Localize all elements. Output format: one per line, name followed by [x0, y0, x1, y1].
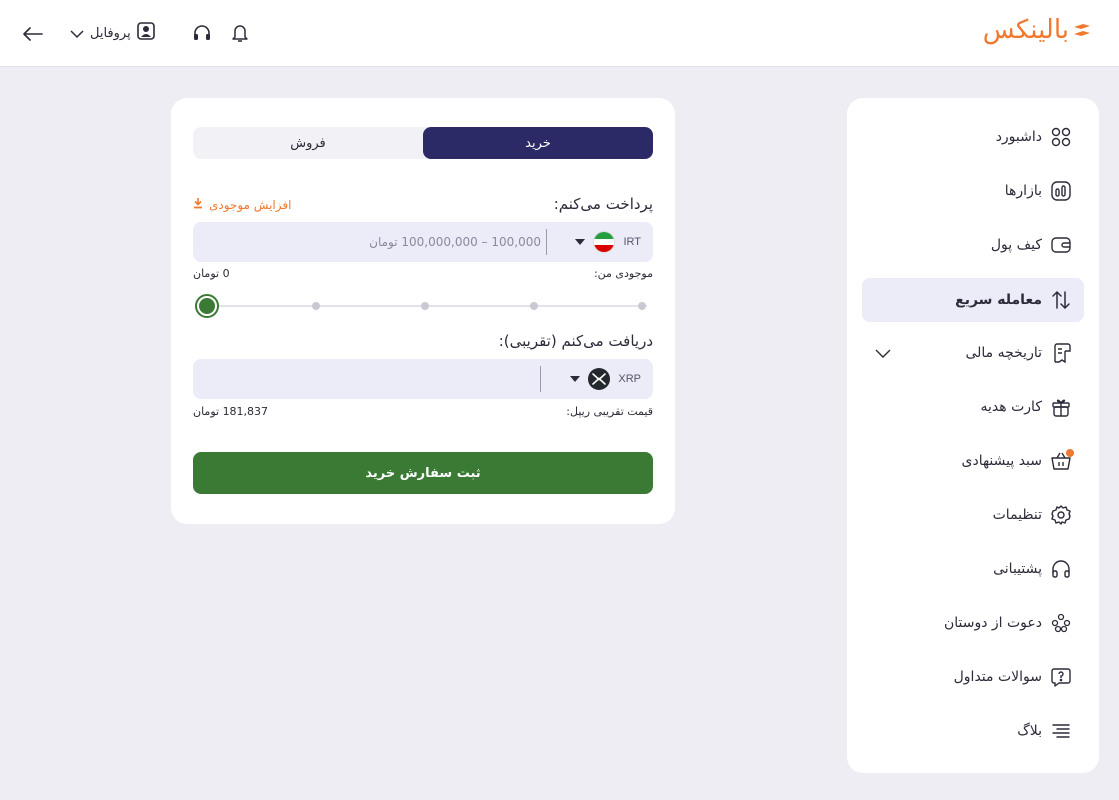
pay-amount-input[interactable]	[203, 222, 541, 262]
sidebar-item-label: پشتیبانی	[993, 561, 1042, 577]
pay-currency-select[interactable]: IRT	[575, 222, 641, 262]
sidebar-item-quick-trade[interactable]: معامله سریع	[862, 278, 1084, 322]
field-divider	[546, 229, 547, 255]
pay-amount-field: IRT	[193, 222, 653, 262]
chevron-down-icon	[70, 24, 84, 43]
sidebar: داشبورد بازارها کیف پول معامله سریع تاری…	[847, 98, 1099, 773]
receipt-icon	[1050, 342, 1072, 364]
question-icon	[1050, 666, 1072, 688]
sidebar-item-invite-friends[interactable]: دعوت از دوستان	[862, 601, 1084, 645]
sidebar-item-suggested-basket[interactable]: سبد پیشنهادی	[862, 439, 1084, 483]
download-icon	[193, 197, 203, 212]
logo-mark-icon	[1073, 23, 1091, 37]
sidebar-item-label: کیف پول	[990, 237, 1042, 253]
bell-icon[interactable]	[228, 21, 252, 45]
slider-step-100[interactable]	[638, 302, 646, 310]
headset-icon	[1050, 558, 1072, 580]
sidebar-item-blog[interactable]: بلاگ	[862, 709, 1084, 753]
sidebar-item-label: تاریخچه مالی	[965, 345, 1042, 361]
sidebar-item-settings[interactable]: تنظیمات	[862, 493, 1084, 537]
gift-icon	[1050, 396, 1072, 418]
sidebar-item-faq[interactable]: سوالات متداول	[862, 655, 1084, 699]
add-balance-link[interactable]: افزایش موجودی	[193, 197, 291, 212]
sidebar-item-label: سبد پیشنهادی	[961, 453, 1043, 469]
people-icon	[1050, 612, 1072, 634]
sidebar-item-dashboard[interactable]: داشبورد	[862, 115, 1084, 159]
slider-thumb[interactable]	[195, 294, 219, 318]
slider-step-75[interactable]	[530, 302, 538, 310]
pay-label: پرداخت می‌کنم:	[553, 195, 653, 213]
chart-bars-icon	[1050, 180, 1072, 202]
swap-arrows-icon	[1050, 289, 1072, 311]
text-lines-icon	[1050, 720, 1072, 742]
price-label: قیمت تقریبی ریپل:	[566, 405, 653, 418]
tab-buy[interactable]: خرید	[423, 127, 653, 159]
notification-dot	[1066, 449, 1074, 457]
logo-text: بالینکس	[982, 15, 1069, 45]
balance-value: 0 تومان	[193, 267, 230, 280]
slider-step-50[interactable]	[421, 302, 429, 310]
grid-icon	[1050, 126, 1072, 148]
sidebar-item-label: کارت هدیه	[980, 399, 1042, 415]
caret-down-icon	[570, 376, 581, 382]
receive-label: دریافت می‌کنم (تقریبی):	[498, 332, 653, 350]
iran-flag-icon	[593, 231, 616, 253]
sidebar-item-markets[interactable]: بازارها	[862, 169, 1084, 213]
sidebar-item-support[interactable]: پشتیبانی	[862, 547, 1084, 591]
chevron-down-icon	[874, 344, 892, 362]
receive-amount-input[interactable]	[203, 359, 533, 399]
pay-currency-code: IRT	[623, 236, 641, 248]
sidebar-item-label: داشبورد	[995, 129, 1042, 145]
sidebar-item-label: معامله سریع	[955, 292, 1042, 308]
caret-down-icon	[575, 239, 586, 245]
brand-logo[interactable]: بالینکس	[983, 14, 1091, 46]
receive-currency-code: XRP	[618, 373, 641, 385]
trade-tabs: فروش خرید	[193, 127, 653, 159]
receive-amount-field: XRP	[193, 359, 653, 399]
quick-trade-card: فروش خرید پرداخت می‌کنم: افزایش موجودی I…	[171, 98, 675, 524]
slider-step-25[interactable]	[312, 302, 320, 310]
submit-buy-order-button[interactable]: ثبت سفارش خرید	[193, 452, 653, 494]
price-value: 181,837 تومان	[193, 405, 269, 418]
sidebar-item-label: تنظیمات	[992, 507, 1042, 523]
basket-icon	[1050, 449, 1074, 472]
add-balance-label: افزایش موجودی	[209, 197, 292, 212]
sidebar-item-label: دعوت از دوستان	[943, 615, 1042, 631]
sidebar-item-label: سوالات متداول	[953, 669, 1042, 685]
wallet-icon	[1050, 234, 1072, 256]
tab-sell[interactable]: فروش	[193, 127, 423, 159]
gear-icon	[1050, 504, 1072, 526]
sidebar-item-wallet[interactable]: کیف پول	[862, 223, 1084, 267]
profile-menu-button[interactable]: پروفایل	[70, 20, 155, 46]
top-header: بالینکس پروفایل	[0, 0, 1119, 67]
xrp-coin-icon	[588, 368, 611, 390]
headset-icon[interactable]	[190, 21, 214, 45]
sidebar-item-financial-history[interactable]: تاریخچه مالی	[862, 331, 1084, 375]
sidebar-item-label: بلاگ	[1017, 723, 1042, 739]
back-arrow-icon[interactable]	[20, 21, 46, 47]
receive-currency-select[interactable]: XRP	[570, 359, 641, 399]
sidebar-item-gift-card[interactable]: کارت هدیه	[862, 385, 1084, 429]
amount-slider[interactable]	[193, 294, 653, 318]
balance-label: موجودی من:	[593, 267, 653, 280]
field-divider	[540, 366, 541, 392]
profile-label: پروفایل	[90, 25, 131, 41]
user-avatar-icon	[136, 22, 155, 44]
sidebar-item-label: بازارها	[1004, 183, 1042, 199]
